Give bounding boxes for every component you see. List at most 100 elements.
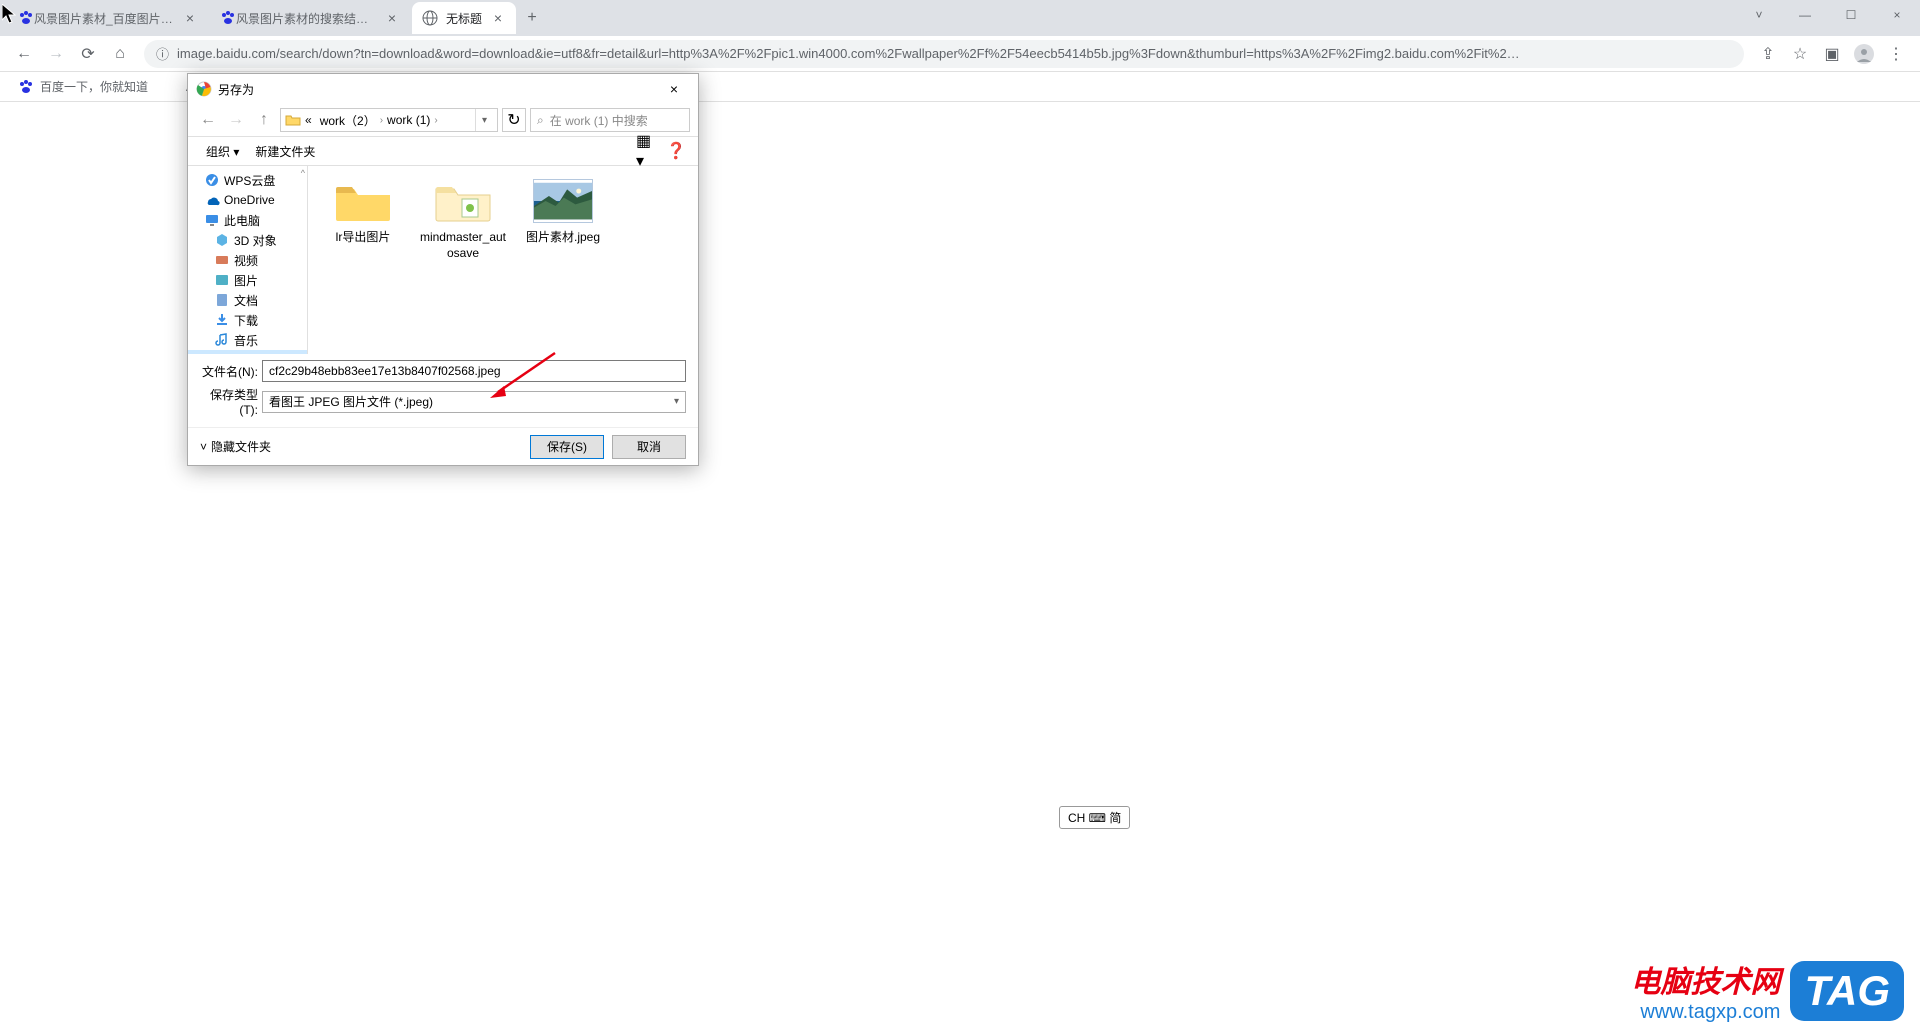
chevron-down-icon: ▾ xyxy=(674,396,679,407)
star-icon[interactable]: ☆ xyxy=(1784,38,1816,70)
search-input[interactable]: ⌕ 在 work (1) 中搜索 xyxy=(530,108,690,132)
file-name: lr导出图片 xyxy=(336,230,391,246)
folder-icon xyxy=(285,112,301,128)
image-thumbnail xyxy=(533,176,593,226)
folder-tree: ^ WPS云盘 OneDrive 此电脑 3D 对象 视频 xyxy=(188,166,308,354)
reload-button[interactable]: ⟳ xyxy=(72,38,104,70)
path-seg-1[interactable]: work（2） xyxy=(316,112,380,129)
tree-pictures[interactable]: 图片 xyxy=(188,270,307,290)
tree-videos[interactable]: 视频 xyxy=(188,250,307,270)
profile-icon[interactable] xyxy=(1848,38,1880,70)
watermark: 电脑技术网 www.tagxp.com TAG xyxy=(1630,957,1904,1024)
forward-button[interactable]: → xyxy=(40,38,72,70)
tree-music[interactable]: 音乐 xyxy=(188,330,307,350)
new-tab-button[interactable]: + xyxy=(518,4,546,32)
menu-icon[interactable]: ⋮ xyxy=(1880,38,1912,70)
home-button[interactable]: ⌂ xyxy=(104,38,136,70)
folder-icon xyxy=(333,176,393,226)
maximize-button[interactable]: ☐ xyxy=(1828,0,1874,30)
scroll-up-icon[interactable]: ^ xyxy=(301,168,305,178)
chevron-down-icon[interactable]: ˅ xyxy=(1736,0,1782,30)
tree-label: OneDrive xyxy=(224,193,275,207)
tab-2[interactable]: 风景图片素材的搜索结果_百度图 × xyxy=(210,2,410,34)
back-button[interactable]: ← xyxy=(196,108,220,132)
filetype-select[interactable]: 看图王 JPEG 图片文件 (*.jpeg) ▾ xyxy=(262,391,686,413)
file-image-1[interactable]: 图片素材.jpeg xyxy=(518,176,608,261)
tree-label: WPS云盘 xyxy=(224,172,275,189)
pc-icon xyxy=(204,212,220,228)
refresh-button[interactable]: ↻ xyxy=(502,108,526,132)
tree-onedrive[interactable]: OneDrive xyxy=(188,190,307,210)
close-dialog-button[interactable]: × xyxy=(658,77,690,101)
tree-3d-objects[interactable]: 3D 对象 xyxy=(188,230,307,250)
tree-label: 视频 xyxy=(234,252,258,269)
tree-documents[interactable]: 文档 xyxy=(188,290,307,310)
tree-desktop[interactable]: 桌面 xyxy=(188,350,307,354)
tree-label: 3D 对象 xyxy=(234,232,277,249)
search-placeholder: 在 work (1) 中搜索 xyxy=(550,112,648,129)
filename-input[interactable] xyxy=(262,360,686,382)
address-bar[interactable]: ⓘ image.baidu.com/search/down?tn=downloa… xyxy=(144,40,1744,68)
file-folder-1[interactable]: lr导出图片 xyxy=(318,176,408,261)
video-icon xyxy=(214,252,230,268)
filetype-field: 保存类型(T): 看图王 JPEG 图片文件 (*.jpeg) ▾ xyxy=(200,386,686,417)
onedrive-icon xyxy=(204,192,220,208)
filename-label: 文件名(N): xyxy=(200,363,258,380)
baidu-favicon xyxy=(18,10,34,26)
path-breadcrumb[interactable]: « work（2） › work (1) › ▾ xyxy=(280,108,498,132)
desktop-icon xyxy=(214,352,230,354)
tree-label: 音乐 xyxy=(234,332,258,349)
3d-icon xyxy=(214,232,230,248)
wps-icon xyxy=(204,172,220,188)
path-seg-2[interactable]: work (1) xyxy=(383,113,434,127)
apple-icon xyxy=(164,79,180,95)
cancel-button[interactable]: 取消 xyxy=(612,435,686,459)
save-as-dialog: 另存为 × ← → ↑ « work（2） › work (1) › ▾ ↻ ⌕… xyxy=(187,73,699,466)
file-list: lr导出图片 mindmaster_autosave 图片素材.jpeg xyxy=(308,166,698,354)
dialog-address-bar: ← → ↑ « work（2） › work (1) › ▾ ↻ ⌕ 在 wor… xyxy=(188,104,698,136)
close-window-button[interactable]: × xyxy=(1874,0,1920,30)
tree-label: 此电脑 xyxy=(224,212,260,229)
tree-label: 文档 xyxy=(234,292,258,309)
close-icon[interactable]: × xyxy=(384,10,400,26)
save-button[interactable]: 保存(S) xyxy=(530,435,604,459)
tree-label: 桌面 xyxy=(234,352,258,355)
bookmark-baidu[interactable]: 百度一下，你就知道 xyxy=(10,78,156,95)
hide-folders-toggle[interactable]: ˅ 隐藏文件夹 xyxy=(200,438,271,455)
file-folder-2[interactable]: mindmaster_autosave xyxy=(418,176,508,261)
info-icon: ⓘ xyxy=(156,44,169,63)
back-button[interactable]: ← xyxy=(8,38,40,70)
browser-toolbar: ← → ⟳ ⌂ ⓘ image.baidu.com/search/down?tn… xyxy=(0,36,1920,72)
close-icon[interactable]: × xyxy=(490,10,506,26)
sidepanel-icon[interactable]: ▣ xyxy=(1816,38,1848,70)
path-dropdown[interactable]: ▾ xyxy=(475,109,493,131)
forward-button[interactable]: → xyxy=(224,108,248,132)
tree-label: 图片 xyxy=(234,272,258,289)
tree-wps[interactable]: WPS云盘 xyxy=(188,170,307,190)
doc-icon xyxy=(214,292,230,308)
file-name: 图片素材.jpeg xyxy=(526,230,600,246)
filename-field: 文件名(N): xyxy=(200,360,686,382)
tab-1[interactable]: 风景图片素材_百度图片搜索 × xyxy=(8,2,208,34)
tab-3[interactable]: 无标题 × xyxy=(412,2,516,34)
minimize-button[interactable]: — xyxy=(1782,0,1828,30)
share-icon[interactable]: ⇪ xyxy=(1752,38,1784,70)
image-icon xyxy=(214,272,230,288)
up-button[interactable]: ↑ xyxy=(252,108,276,132)
annotation-arrow xyxy=(490,350,560,400)
tab-strip: 风景图片素材_百度图片搜索 × 风景图片素材的搜索结果_百度图 × 无标题 × … xyxy=(0,0,1920,36)
ime-indicator[interactable]: CH ⌨ 简 xyxy=(1059,806,1130,829)
dialog-body: ^ WPS云盘 OneDrive 此电脑 3D 对象 视频 xyxy=(188,166,698,354)
filetype-value: 看图王 JPEG 图片文件 (*.jpeg) xyxy=(269,393,433,410)
chevron-right-icon: › xyxy=(434,115,437,126)
tree-downloads[interactable]: 下载 xyxy=(188,310,307,330)
new-folder-button[interactable]: 新建文件夹 xyxy=(247,143,323,160)
organize-button[interactable]: 组织 ▾ xyxy=(198,143,247,160)
watermark-title: 电脑技术网 xyxy=(1630,957,1780,1001)
view-mode-button[interactable]: ▦ ▾ xyxy=(636,139,660,163)
filetype-label: 保存类型(T): xyxy=(200,386,258,417)
close-icon[interactable]: × xyxy=(182,10,198,26)
help-icon[interactable]: ❓ xyxy=(664,139,688,163)
bookmark-label: 百度一下，你就知道 xyxy=(40,78,148,95)
tree-this-pc[interactable]: 此电脑 xyxy=(188,210,307,230)
